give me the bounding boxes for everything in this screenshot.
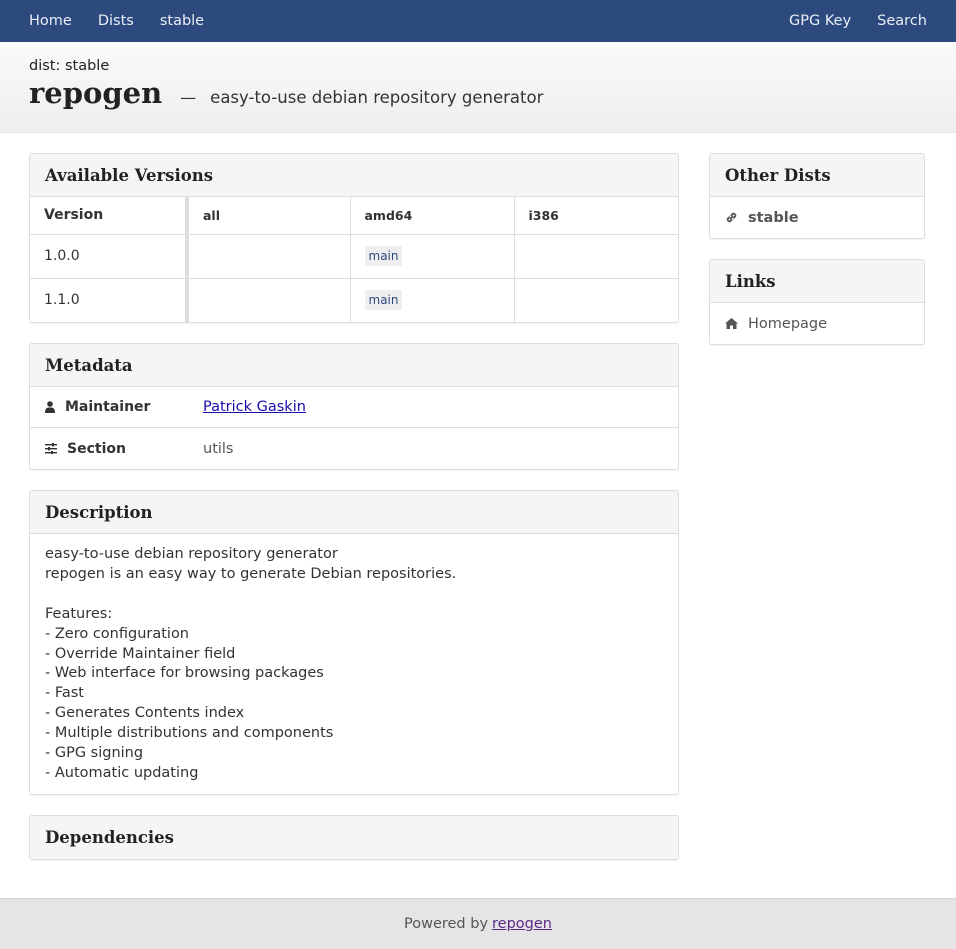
links-heading: Links xyxy=(710,260,924,303)
top-navbar: Home Dists stable GPG Key Search xyxy=(0,0,956,42)
package-tagline: easy-to-use debian repository generator xyxy=(210,88,544,107)
package-title: repogen xyxy=(29,76,163,110)
version-cell: 1.0.0 xyxy=(30,234,189,279)
link-icon xyxy=(726,212,737,223)
description-panel: Description easy-to-use debian repositor… xyxy=(29,490,679,795)
column-header-i386: i386 xyxy=(514,197,678,235)
title-dash: — xyxy=(180,88,197,107)
navbar-right: GPG Key Search xyxy=(776,0,940,42)
versions-heading: Available Versions xyxy=(30,154,678,197)
amd64-cell: main xyxy=(350,234,515,279)
dependencies-heading: Dependencies xyxy=(30,815,678,859)
dist-label: dist: stable xyxy=(29,58,110,74)
component-badge[interactable]: main xyxy=(364,290,403,311)
all-cell xyxy=(187,234,351,279)
amd64-cell: main xyxy=(350,278,515,322)
table-header-row: Version all amd64 i386 xyxy=(30,197,678,235)
component-badge[interactable]: main xyxy=(364,246,403,266)
i386-cell xyxy=(514,278,678,322)
user-icon xyxy=(45,401,55,413)
metadata-heading: Metadata xyxy=(30,344,678,387)
column-header-amd64: amd64 xyxy=(350,197,515,235)
description-heading: Description xyxy=(30,491,678,534)
i386-cell xyxy=(514,234,678,279)
side-column: Other Dists stable Links Homepage xyxy=(709,153,925,365)
page-header: dist: stable repogen — easy-to-use debia… xyxy=(0,42,956,133)
section-key: Section xyxy=(45,441,203,457)
maintainer-key: Maintainer xyxy=(45,399,203,415)
dist-item-label: stable xyxy=(748,209,799,226)
dist-item-stable[interactable]: stable xyxy=(710,197,924,238)
versions-table: Version all amd64 i386 1.0.0 main 1.1.0 … xyxy=(30,197,678,322)
version-cell: 1.1.0 xyxy=(30,278,189,322)
maintainer-row: Maintainer Patrick Gaskin xyxy=(30,387,678,428)
description-text: easy-to-use debian repository generator … xyxy=(45,546,457,781)
navbar-left: Home Dists stable xyxy=(16,0,217,42)
column-header-all: all xyxy=(187,197,351,235)
homepage-link[interactable]: Homepage xyxy=(710,303,924,344)
maintainer-value: Patrick Gaskin xyxy=(203,399,306,415)
versions-panel: Available Versions Version all amd64 i38… xyxy=(29,153,679,323)
nav-gpg-key-link[interactable]: GPG Key xyxy=(776,0,864,42)
table-row: 1.0.0 main xyxy=(30,234,678,279)
section-value: utils xyxy=(203,440,234,457)
maintainer-link[interactable]: Patrick Gaskin xyxy=(203,399,306,415)
sliders-icon xyxy=(45,443,57,454)
dependencies-panel: Dependencies xyxy=(29,814,679,860)
footer-text: Powered by xyxy=(403,916,489,932)
table-row: 1.1.0 main xyxy=(30,278,678,322)
column-header-version: Version xyxy=(30,197,189,235)
nav-stable-link[interactable]: stable xyxy=(147,0,217,42)
section-label: Section xyxy=(67,440,126,457)
nav-search-link[interactable]: Search xyxy=(864,0,940,42)
metadata-panel: Metadata Maintainer Patrick Gaskin Secti… xyxy=(29,343,679,470)
main-column: Available Versions Version all amd64 i38… xyxy=(29,153,679,880)
maintainer-label: Maintainer xyxy=(65,399,151,415)
other-dists-heading: Other Dists xyxy=(710,154,924,197)
other-dists-panel: Other Dists stable xyxy=(709,153,925,239)
footer-repogen-link[interactable]: repogen xyxy=(492,916,552,932)
title-row: repogen — easy-to-use debian repository … xyxy=(29,76,927,110)
page-footer: Powered by repogen xyxy=(0,898,956,949)
nav-dists-link[interactable]: Dists xyxy=(85,0,147,42)
nav-home-link[interactable]: Home xyxy=(16,0,85,42)
homepage-label: Homepage xyxy=(748,315,828,332)
links-panel: Links Homepage xyxy=(709,259,925,345)
home-icon xyxy=(725,318,738,329)
section-row: Section utils xyxy=(30,428,678,469)
all-cell xyxy=(187,278,351,322)
